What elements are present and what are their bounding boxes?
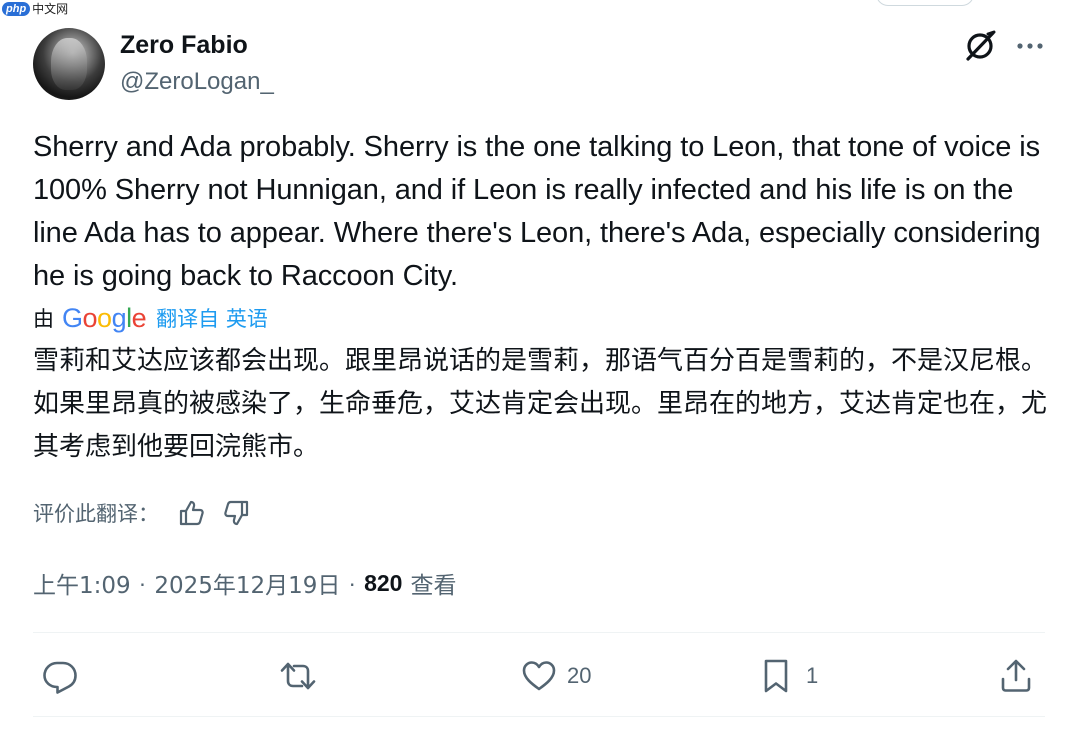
like-button[interactable]: 20	[521, 654, 591, 698]
more-icon[interactable]	[1012, 30, 1048, 62]
tweet-meta: 上午1:09 · 2025年12月19日 · 820 查看	[33, 566, 456, 600]
avatar[interactable]	[33, 28, 105, 100]
rate-translation-label: 评价此翻译：	[33, 502, 159, 526]
tweet-text: Sherry and Ada probably. Sherry is the o…	[33, 131, 1041, 292]
like-count: 20	[567, 663, 592, 688]
author-handle[interactable]: @ZeroLogan_	[120, 68, 274, 96]
watermark-text: 中文网	[32, 2, 69, 16]
retweet-icon	[280, 662, 316, 690]
reply-button[interactable]	[42, 654, 88, 698]
site-watermark: php 中文网	[2, 0, 68, 17]
share-icon	[1001, 659, 1031, 692]
google-logo: Google	[62, 302, 147, 333]
heart-icon	[522, 661, 556, 691]
bookmark-button[interactable]: 1	[760, 654, 818, 698]
meta-separator: ·	[348, 569, 357, 596]
watermark-logo: php	[2, 1, 31, 16]
tweet-date[interactable]: 2025年12月19日	[154, 566, 340, 600]
tweet-time[interactable]: 上午1:09	[33, 566, 131, 600]
meta-separator: ·	[138, 569, 147, 596]
translated-by-google: 由 Google 翻译自 英语	[33, 302, 268, 334]
views-label: 查看	[410, 573, 457, 599]
rate-translation: 评价此翻译：	[33, 496, 265, 530]
views-count: 820	[364, 569, 403, 596]
thumbs-up-icon[interactable]	[177, 498, 207, 528]
tweet-page: php 中文网 Zero Fabio @ZeroLogan_ Sherry an…	[0, 0, 1080, 742]
divider	[33, 716, 1045, 717]
divider	[33, 632, 1045, 633]
share-button[interactable]	[998, 654, 1034, 698]
partial-top-button[interactable]	[876, 0, 974, 6]
reply-icon	[43, 661, 77, 694]
translated-from-link[interactable]: 翻译自 英语	[156, 303, 268, 333]
translated-by-label: 由	[33, 307, 54, 331]
grok-icon[interactable]	[962, 28, 998, 64]
thumbs-down-icon[interactable]	[221, 498, 251, 528]
author-display-name[interactable]: Zero Fabio	[120, 31, 248, 60]
bookmark-count: 1	[806, 663, 819, 688]
retweet-button[interactable]	[280, 654, 326, 698]
bookmark-icon	[764, 659, 788, 693]
translated-text: 雪莉和艾达应该都会出现。跟里昂说话的是雪莉，那语气百分百是雪莉的，不是汉尼根。如…	[33, 346, 1048, 462]
